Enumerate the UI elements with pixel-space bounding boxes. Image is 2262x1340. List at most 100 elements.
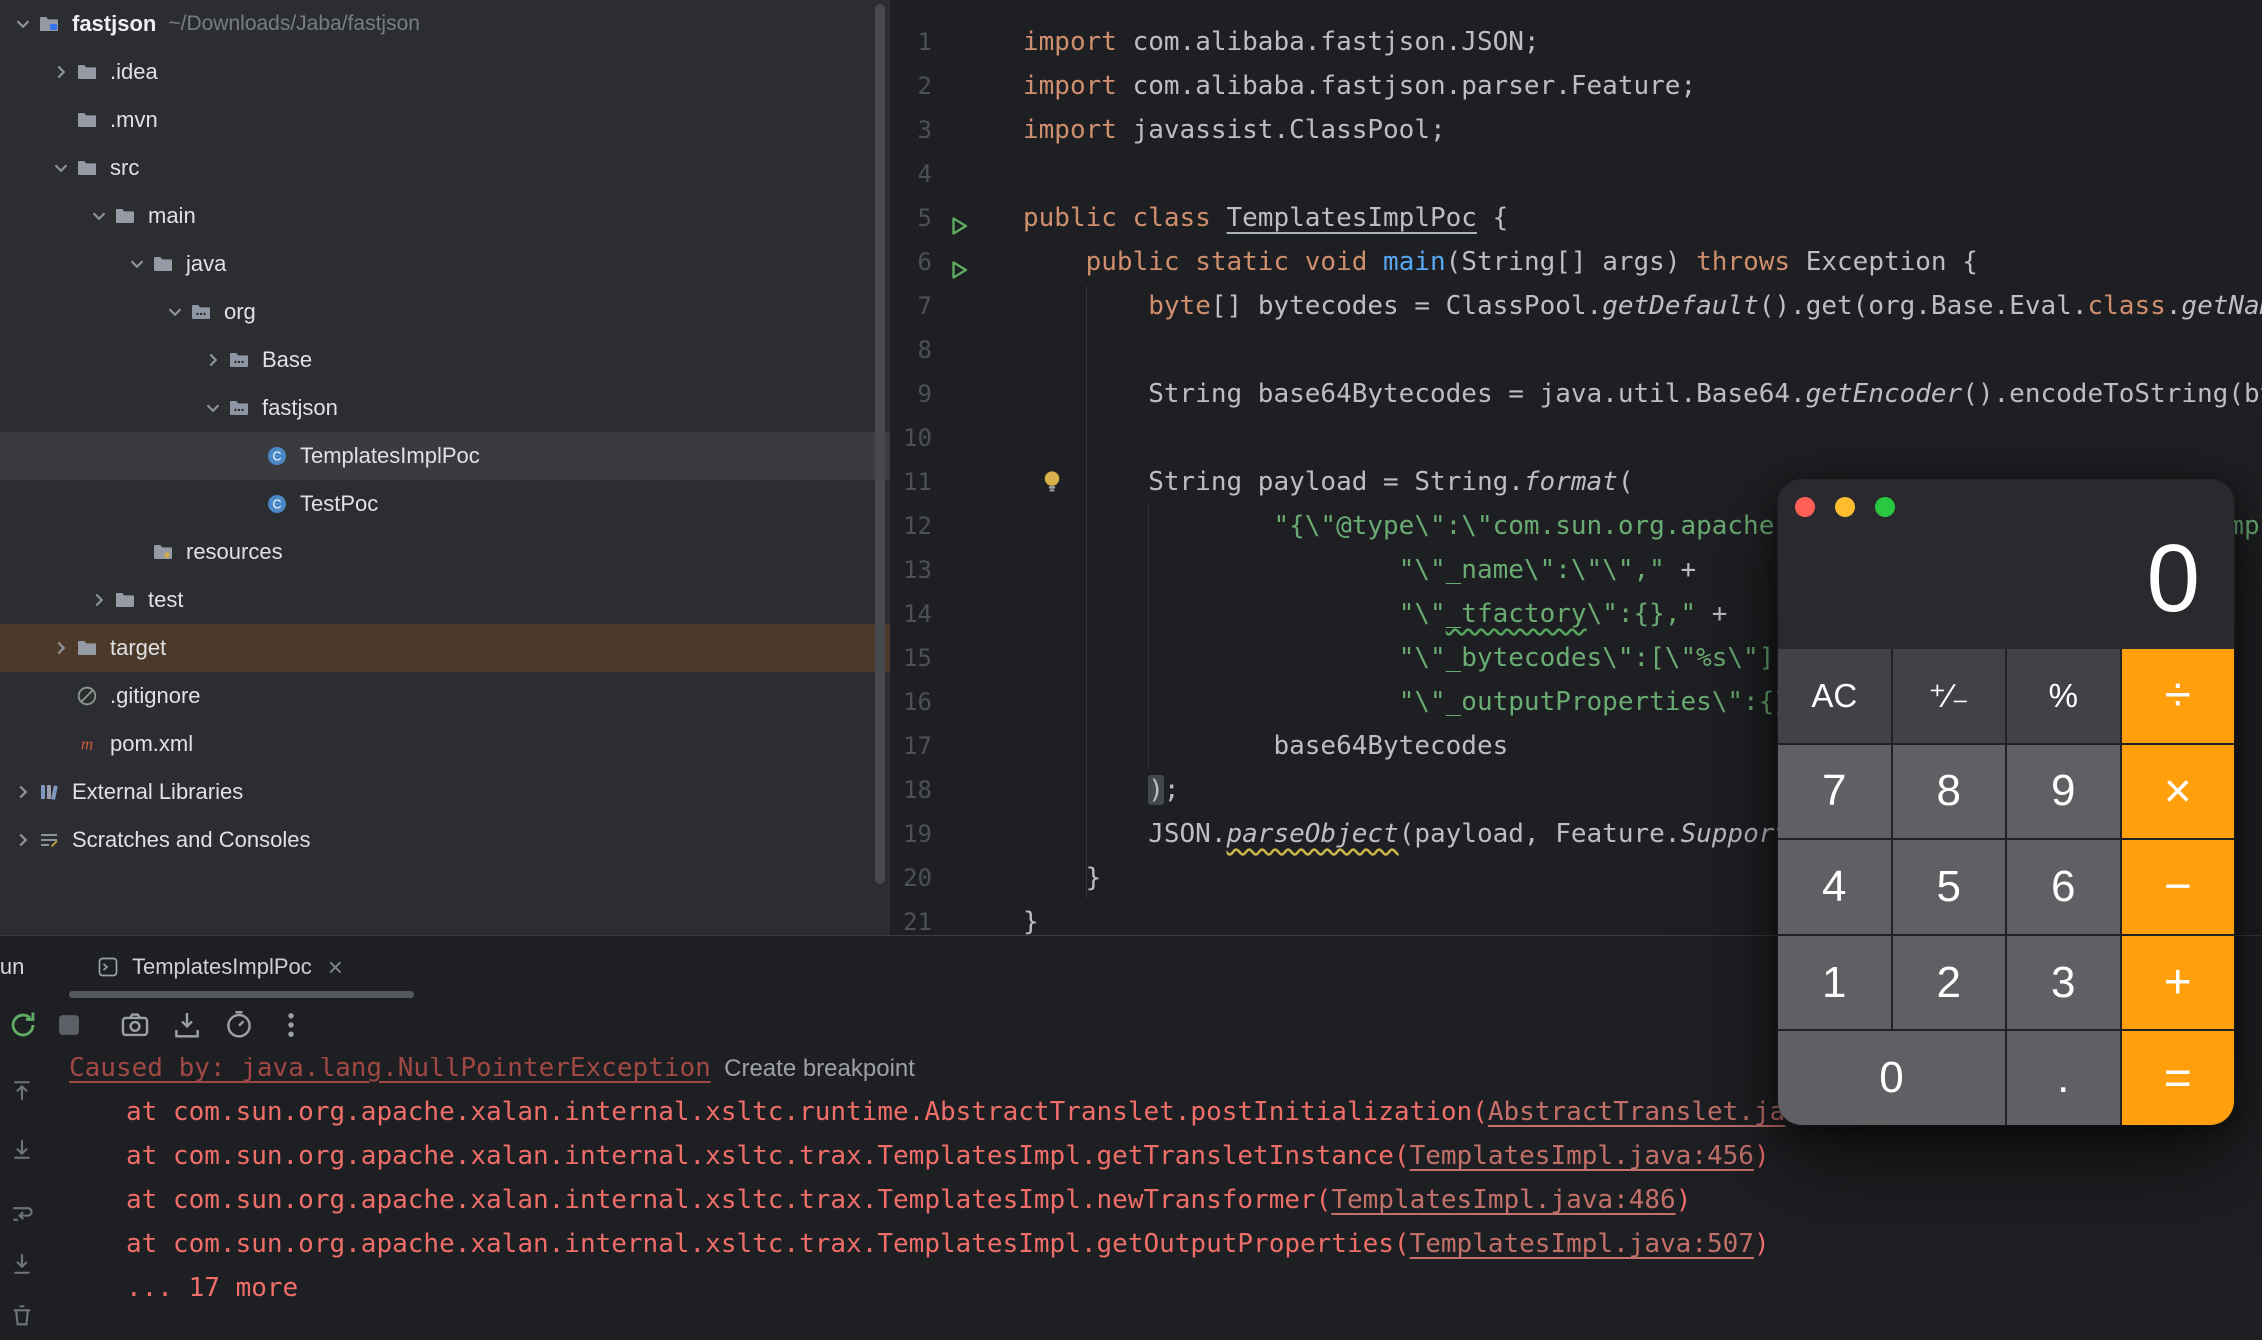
code-line-7[interactable]: byte[] bytecodes = ClassPool.getDefault(… <box>1023 284 2262 328</box>
zoom-window-icon[interactable] <box>1875 497 1895 517</box>
tree-item-base[interactable]: Base <box>0 336 890 384</box>
line-number[interactable]: 20 <box>890 856 1000 900</box>
line-number[interactable]: 12 <box>890 504 1000 548</box>
run-gutter-icon[interactable] <box>948 251 970 273</box>
calc-button-8[interactable]: 8 <box>1893 745 2006 839</box>
chevron-down-icon[interactable] <box>48 155 74 181</box>
scroll-end-icon[interactable] <box>8 1250 36 1278</box>
import-icon[interactable] <box>170 1008 206 1044</box>
calc-button-plus[interactable]: + <box>2122 936 2235 1030</box>
stacktrace-link[interactable]: TemplatesImpl.java:507 <box>1410 1229 1754 1259</box>
code-line-1[interactable]: import com.alibaba.fastjson.JSON; <box>1023 20 2262 64</box>
tree-item-gitignore[interactable]: .gitignore <box>0 672 890 720</box>
minimize-window-icon[interactable] <box>1835 497 1855 517</box>
calc-button-equals[interactable]: = <box>2122 1031 2235 1125</box>
close-tab-icon[interactable]: × <box>328 955 343 979</box>
code-line-4[interactable] <box>1023 152 2262 196</box>
tree-scrollbar[interactable] <box>875 4 885 884</box>
chevron-right-icon[interactable] <box>48 59 74 85</box>
clear-icon[interactable] <box>8 1301 36 1329</box>
chevron-right-icon[interactable] <box>86 587 112 613</box>
soft-wrap-icon[interactable] <box>8 1200 36 1228</box>
calc-button-7[interactable]: 7 <box>1778 745 1891 839</box>
line-number[interactable]: 16 <box>890 680 1000 724</box>
next-frame-icon[interactable] <box>8 1135 36 1163</box>
line-number[interactable]: 3 <box>890 108 1000 152</box>
line-number[interactable]: 9 <box>890 372 1000 416</box>
tree-item-testpoc[interactable]: CTestPoc <box>0 480 890 528</box>
tree-item-templatesimplpoc[interactable]: CTemplatesImplPoc <box>0 432 890 480</box>
tree-item-external-libraries[interactable]: External Libraries <box>0 768 890 816</box>
chevron-right-icon[interactable] <box>10 827 36 853</box>
line-number[interactable]: 8 <box>890 328 1000 372</box>
line-number[interactable]: 6 <box>890 240 1000 284</box>
line-number[interactable]: 5 <box>890 196 1000 240</box>
tree-item-fastjson[interactable]: fastjson <box>0 384 890 432</box>
calc-button-6[interactable]: 6 <box>2007 840 2120 934</box>
chevron-right-icon[interactable] <box>10 779 36 805</box>
calc-button-2[interactable]: 2 <box>1893 936 2006 1030</box>
tree-item-idea[interactable]: .idea <box>0 48 890 96</box>
line-number[interactable]: 15 <box>890 636 1000 680</box>
calc-button-percent[interactable]: % <box>2007 649 2120 743</box>
tree-item-org[interactable]: org <box>0 288 890 336</box>
line-number[interactable]: 2 <box>890 64 1000 108</box>
tree-item-pom-xml[interactable]: mpom.xml <box>0 720 890 768</box>
calc-button-9[interactable]: 9 <box>2007 745 2120 839</box>
chevron-right-icon[interactable] <box>200 347 226 373</box>
profiler-icon[interactable] <box>222 1008 258 1044</box>
stop-icon[interactable] <box>52 1008 88 1044</box>
calc-button-0[interactable]: 0 <box>1778 1031 2005 1125</box>
calc-button-3[interactable]: 3 <box>2007 936 2120 1030</box>
line-number[interactable]: 19 <box>890 812 1000 856</box>
calc-button-divide[interactable]: ÷ <box>2122 649 2235 743</box>
code-line-3[interactable]: import javassist.ClassPool; <box>1023 108 2262 152</box>
code-line-10[interactable] <box>1023 416 2262 460</box>
calc-button-plus-minus[interactable]: ⁺∕₋ <box>1893 649 2006 743</box>
code-line-9[interactable]: String base64Bytecodes = java.util.Base6… <box>1023 372 2262 416</box>
chevron-down-icon[interactable] <box>10 11 36 37</box>
more-icon[interactable] <box>274 1008 310 1044</box>
calc-button-minus[interactable]: − <box>2122 840 2235 934</box>
calc-button-1[interactable]: 1 <box>1778 936 1891 1030</box>
prev-frame-icon[interactable] <box>8 1077 36 1105</box>
close-window-icon[interactable] <box>1795 497 1815 517</box>
tree-item-test[interactable]: test <box>0 576 890 624</box>
code-line-2[interactable]: import com.alibaba.fastjson.parser.Featu… <box>1023 64 2262 108</box>
stacktrace-link[interactable]: TemplatesImpl.java:456 <box>1410 1141 1754 1171</box>
editor-gutter[interactable]: 123456789101112131415161718192021 <box>890 20 1000 935</box>
run-gutter-icon[interactable] <box>948 207 970 229</box>
intention-bulb-icon[interactable] <box>1038 467 1066 495</box>
calculator-window[interactable]: 0 AC⁺∕₋%÷789×456−123+0.= <box>1778 480 2234 1125</box>
horizontal-scrollbar[interactable] <box>69 991 414 998</box>
calc-button-decimal[interactable]: . <box>2007 1031 2120 1125</box>
chevron-right-icon[interactable] <box>48 635 74 661</box>
line-number[interactable]: 21 <box>890 900 1000 935</box>
tree-item-resources[interactable]: resources <box>0 528 890 576</box>
tree-item-mvn[interactable]: .mvn <box>0 96 890 144</box>
rerun-icon[interactable] <box>6 1008 42 1044</box>
code-line-8[interactable] <box>1023 328 2262 372</box>
line-number[interactable]: 10 <box>890 416 1000 460</box>
chevron-down-icon[interactable] <box>124 251 150 277</box>
chevron-down-icon[interactable] <box>200 395 226 421</box>
tree-item-scratches-and-consoles[interactable]: Scratches and Consoles <box>0 816 890 864</box>
camera-icon[interactable] <box>118 1008 154 1044</box>
calc-button-5[interactable]: 5 <box>1893 840 2006 934</box>
code-line-5[interactable]: public class TemplatesImplPoc { <box>1023 196 2262 240</box>
line-number[interactable]: 18 <box>890 768 1000 812</box>
stacktrace-link[interactable]: AbstractTranslet.ja <box>1488 1097 1785 1127</box>
tree-item-src[interactable]: src <box>0 144 890 192</box>
calc-button-ac[interactable]: AC <box>1778 649 1891 743</box>
calc-button-multiply[interactable]: × <box>2122 745 2235 839</box>
stacktrace-link[interactable]: TemplatesImpl.java:486 <box>1331 1185 1675 1215</box>
tree-item-main[interactable]: main <box>0 192 890 240</box>
tree-item-fastjson[interactable]: fastjson~/Downloads/Jaba/fastjson <box>0 0 890 48</box>
tree-item-target[interactable]: target <box>0 624 890 672</box>
line-number[interactable]: 7 <box>890 284 1000 328</box>
chevron-down-icon[interactable] <box>86 203 112 229</box>
line-number[interactable]: 17 <box>890 724 1000 768</box>
calc-button-4[interactable]: 4 <box>1778 840 1891 934</box>
tree-item-java[interactable]: java <box>0 240 890 288</box>
line-number[interactable]: 1 <box>890 20 1000 64</box>
